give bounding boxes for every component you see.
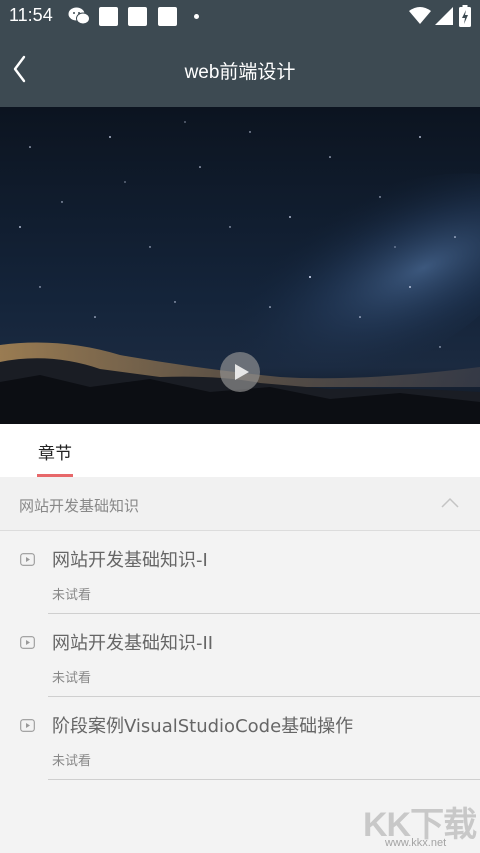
notification-icon — [158, 7, 177, 26]
tab-bar: 章节 — [0, 424, 480, 477]
section-title: 网站开发基础知识 — [19, 497, 140, 515]
notification-icon — [128, 7, 147, 26]
lesson-title: 阶段案例VisualStudioCode基础操作 — [52, 716, 354, 737]
chevron-up-icon[interactable] — [441, 497, 459, 509]
wifi-icon — [409, 7, 431, 24]
notification-icon — [99, 7, 118, 26]
play-button[interactable] — [220, 352, 260, 392]
page-title: web前端设计 — [184, 62, 296, 83]
section-header[interactable]: 网站开发基础知识 — [0, 477, 480, 531]
list-item-lesson[interactable]: 网站开发基础知识-II 未试看 — [0, 614, 480, 697]
divider — [48, 779, 480, 780]
more-notifications-dot — [194, 14, 199, 19]
play-icon — [235, 364, 249, 380]
battery-charging-icon — [459, 5, 471, 27]
wechat-icon — [68, 7, 90, 25]
watermark: KK下载 www.kkx.net — [363, 797, 480, 853]
video-icon — [20, 553, 35, 566]
video-player[interactable] — [0, 107, 480, 424]
status-time: 11:54 — [9, 5, 53, 25]
lesson-title: 网站开发基础知识-I — [52, 550, 208, 571]
list-item-lesson[interactable]: 阶段案例VisualStudioCode基础操作 未试看 — [0, 697, 480, 780]
video-icon — [20, 719, 35, 732]
lesson-title: 网站开发基础知识-II — [52, 633, 214, 654]
list-item-lesson[interactable]: 网站开发基础知识-I 未试看 — [0, 531, 480, 614]
lesson-status: 未试看 — [52, 754, 92, 769]
lesson-status: 未试看 — [52, 588, 92, 603]
status-bar: 11:54 — [0, 0, 480, 33]
watermark-url: www.kkx.net — [385, 837, 447, 849]
video-icon — [20, 636, 35, 649]
lesson-status: 未试看 — [52, 671, 92, 686]
signal-icon — [435, 7, 453, 25]
tab-chapters[interactable]: 章节 — [38, 439, 72, 464]
nav-bar: web前端设计 — [0, 33, 480, 107]
